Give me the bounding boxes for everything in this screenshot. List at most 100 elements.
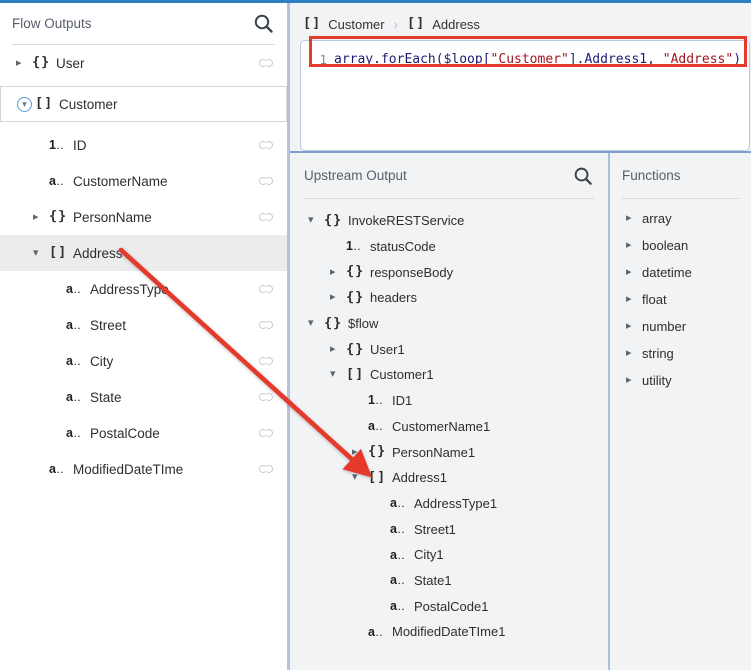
tree-item-label: datetime <box>642 265 692 280</box>
tree-item-number[interactable]: ▸ number <box>610 313 751 340</box>
code-line: 1 array.forEach($loop["Customer"].Addres… <box>301 46 749 72</box>
tree-item-address[interactable]: ▾[] Address <box>0 235 287 271</box>
tree-item-personname1[interactable]: ▸{} PersonName1 <box>290 439 608 465</box>
flow-outputs-tree: ▸{} User ▾[] Customer 1.. ID a.. CustomerName ▸{… <box>0 45 287 487</box>
chevron-right-icon[interactable]: ▸ <box>626 375 642 386</box>
breadcrumb-segment-address[interactable]: [] Address <box>407 17 480 32</box>
chevron-right-icon[interactable]: ▸ <box>330 343 346 355</box>
upstream-output-title: Upstream Output <box>304 168 407 183</box>
tree-item-invokerestservice[interactable]: ▾{} InvokeRESTService <box>290 208 608 234</box>
tree-item-state[interactable]: a.. State <box>0 379 287 415</box>
tree-item-customername1[interactable]: a.. CustomerName1 <box>290 414 608 440</box>
chevron-right-icon[interactable]: ▸ <box>626 240 642 251</box>
chevron-down-icon[interactable]: ▾ <box>352 472 368 483</box>
tree-item-utility[interactable]: ▸ utility <box>610 367 751 394</box>
mapping-link-icon[interactable] <box>259 465 273 473</box>
tree-item-responsebody[interactable]: ▸{} responseBody <box>290 259 608 285</box>
tree-item-statuscode[interactable]: 1.. statusCode <box>290 234 608 260</box>
tree-item-street[interactable]: a.. Street <box>0 307 287 343</box>
string-type-icon: a.. <box>368 419 384 434</box>
tree-item-string[interactable]: ▸ string <box>610 340 751 367</box>
tree-item-addresstype1[interactable]: a.. AddressType1 <box>290 491 608 517</box>
tree-item-personname[interactable]: ▸{} PersonName <box>0 199 287 235</box>
tree-item-customer1[interactable]: ▾[] Customer1 <box>290 362 608 388</box>
tree-item-street1[interactable]: a.. Street1 <box>290 516 608 542</box>
upstream-output-panel: Upstream Output ▾{} InvokeRESTService 1.. s… <box>290 153 608 670</box>
chevron-down-icon[interactable]: ▾ <box>330 369 346 380</box>
tree-item-label: headers <box>370 290 417 306</box>
chevron-down-icon[interactable]: ▾ <box>308 215 324 226</box>
tree-item-headers[interactable]: ▸{} headers <box>290 285 608 311</box>
chevron-right-icon[interactable]: ▸ <box>330 292 346 303</box>
string-type-icon: a.. <box>49 461 65 476</box>
mapping-link-icon[interactable] <box>259 285 273 293</box>
tree-item-addresstype[interactable]: a.. AddressType <box>0 271 287 307</box>
chevron-right-icon[interactable]: ▸ <box>626 213 642 224</box>
tree-item-user1[interactable]: ▸{} User1 <box>290 336 608 362</box>
flow-outputs-panel: Flow Outputs ▸{} User ▾[] Customer 1.. ID a.. C… <box>0 3 287 670</box>
tree-item-label: responseBody <box>370 264 454 280</box>
breadcrumb-segment-customer[interactable]: [] Customer <box>303 17 385 32</box>
chevron-right-icon[interactable]: ▸ <box>352 446 368 458</box>
array-type-icon: [] <box>35 95 54 112</box>
tree-item-array[interactable]: ▸ array <box>610 205 751 232</box>
tree-item-datetime[interactable]: ▸ datetime <box>610 259 751 286</box>
chevron-right-icon[interactable]: ▸ <box>626 294 642 305</box>
tree-item-user[interactable]: ▸{} User <box>0 45 287 81</box>
string-type-icon: a.. <box>66 353 82 368</box>
chevron-right-icon[interactable]: ▸ <box>16 57 32 69</box>
mapping-link-icon[interactable] <box>259 321 273 329</box>
tree-item-customer[interactable]: ▾[] Customer <box>0 86 287 122</box>
chevron-down-circle-icon[interactable]: ▾ <box>17 96 32 112</box>
mapping-link-icon[interactable] <box>259 59 273 67</box>
tree-item-boolean[interactable]: ▸ boolean <box>610 232 751 259</box>
tree-item-modifieddatetime1[interactable]: a.. ModifiedDateTIme1 <box>290 619 608 645</box>
search-icon[interactable] <box>572 165 594 187</box>
tree-item-label: PostalCode1 <box>414 598 489 614</box>
tree-item-id[interactable]: 1.. ID <box>0 127 287 163</box>
mapping-link-icon[interactable] <box>259 141 273 149</box>
tree-item-postalcode1[interactable]: a.. PostalCode1 <box>290 593 608 619</box>
mapping-link-icon[interactable] <box>259 429 273 437</box>
chevron-right-icon[interactable]: ▸ <box>626 348 642 359</box>
object-type-icon: {} <box>346 340 365 357</box>
tree-item-postalcode[interactable]: a.. PostalCode <box>0 415 287 451</box>
array-type-icon: [] <box>368 468 387 485</box>
search-icon[interactable] <box>252 12 275 35</box>
tree-item-label: string <box>642 346 674 361</box>
mapping-link-icon[interactable] <box>259 213 273 221</box>
tree-item-id1[interactable]: 1.. ID1 <box>290 388 608 414</box>
chevron-down-icon[interactable]: ▾ <box>308 318 324 329</box>
tree-item-label: State <box>90 389 122 405</box>
object-type-icon: {} <box>32 54 51 71</box>
expression-editor[interactable]: 1 array.forEach($loop["Customer"].Addres… <box>300 40 750 151</box>
tree-item-state1[interactable]: a.. State1 <box>290 568 608 594</box>
chevron-down-icon[interactable]: ▾ <box>33 247 49 259</box>
string-type-icon: a.. <box>49 173 65 188</box>
tree-item-float[interactable]: ▸ float <box>610 286 751 313</box>
string-type-icon: a.. <box>66 281 82 296</box>
tree-item-label: utility <box>642 373 672 388</box>
mapping-link-icon[interactable] <box>259 177 273 185</box>
chevron-right-icon[interactable]: ▸ <box>33 211 49 223</box>
tree-item-address1[interactable]: ▾[] Address1 <box>290 465 608 491</box>
object-type-icon: {} <box>324 314 343 331</box>
tree-item-label: boolean <box>642 238 689 253</box>
tree-item-label: Street <box>90 317 127 333</box>
string-type-icon: a.. <box>390 521 406 536</box>
upstream-output-header: Upstream Output <box>304 153 594 199</box>
chevron-right-icon[interactable]: ▸ <box>626 267 642 278</box>
chevron-right-icon[interactable]: ▸ <box>626 321 642 332</box>
string-type-icon: a.. <box>66 425 82 440</box>
tree-item--flow[interactable]: ▾{} $flow <box>290 311 608 337</box>
mapping-link-icon[interactable] <box>259 357 273 365</box>
mapping-link-icon[interactable] <box>259 393 273 401</box>
tree-item-modifieddatetime[interactable]: a.. ModifiedDateTIme <box>0 451 287 487</box>
tree-item-label: ModifiedDateTIme <box>73 461 184 477</box>
functions-title: Functions <box>622 168 681 183</box>
tree-item-customername[interactable]: a.. CustomerName <box>0 163 287 199</box>
tree-item-city[interactable]: a.. City <box>0 343 287 379</box>
tree-item-city1[interactable]: a.. City1 <box>290 542 608 568</box>
chevron-right-icon[interactable]: ▸ <box>330 266 346 278</box>
flow-outputs-header: Flow Outputs <box>12 3 275 45</box>
